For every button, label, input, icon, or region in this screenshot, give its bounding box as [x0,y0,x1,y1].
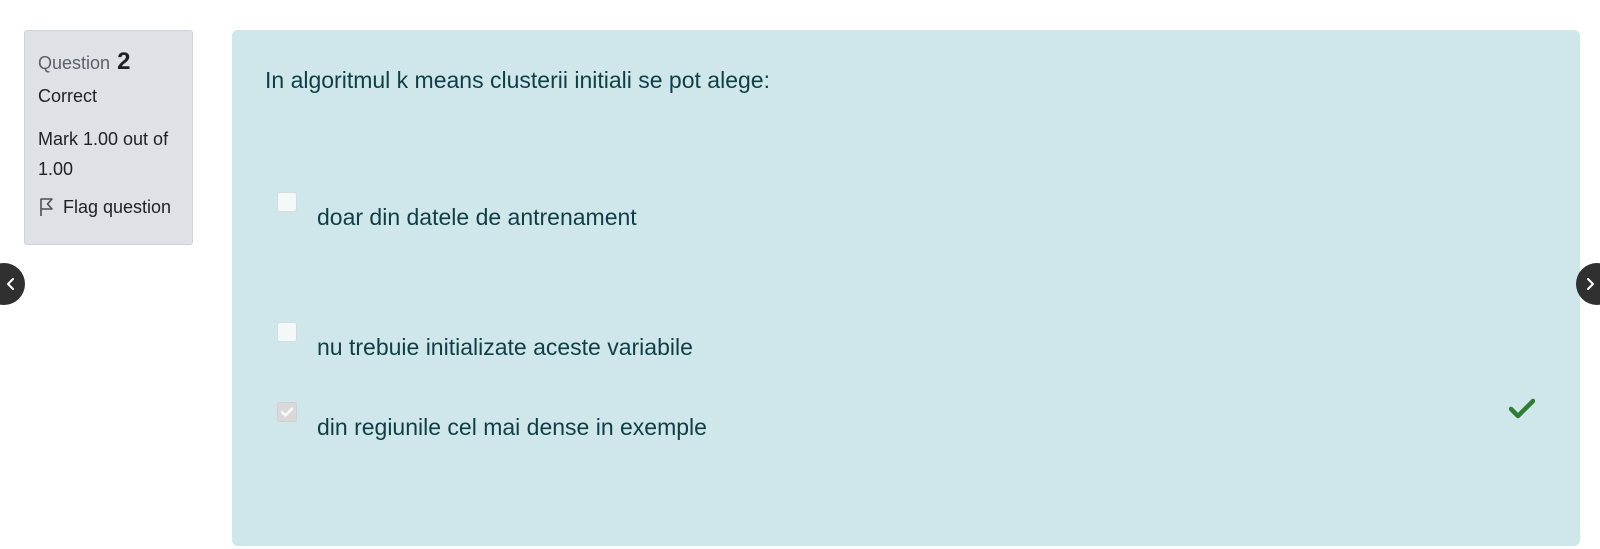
answer-checkbox-checked[interactable] [277,402,297,422]
previous-arrow-button[interactable] [0,263,25,305]
question-info: Question 2 Correct Mark 1.00 out of 1.00… [24,30,193,245]
answer-label: nu trebuie initializate aceste variabile [317,334,693,360]
answer-option[interactable]: doar din datele de antrenament [277,192,637,232]
answer-label: doar din datele de antrenament [317,204,637,230]
flag-question-link[interactable]: Flag question [38,195,180,219]
question-state: Correct [38,86,98,106]
question-number-value: 2 [117,48,131,75]
checkmark-icon [280,407,294,417]
question-text: In algoritmul k means clusterii initiali… [265,67,770,93]
answer-option[interactable]: nu trebuie initializate aceste variabile [277,322,693,362]
question-content: In algoritmul k means clusterii initiali… [232,30,1580,546]
answer-label: din regiunile cel mai dense in exemple [317,414,707,440]
flag-outline-icon [40,198,53,216]
answer-checkbox[interactable] [277,192,297,212]
check-icon [1509,398,1535,419]
question-grade: Mark 1.00 out of 1.00 [38,129,169,179]
chevron-left-icon [7,278,14,290]
question-number: Question 2 [38,47,180,77]
answer-option[interactable]: din regiunile cel mai dense in exemple [277,402,707,442]
chevron-right-icon [1587,278,1594,290]
answer-checkbox[interactable] [277,322,297,342]
flag-question-label: Flag question [63,197,172,217]
question-prefix: Question [38,53,111,73]
